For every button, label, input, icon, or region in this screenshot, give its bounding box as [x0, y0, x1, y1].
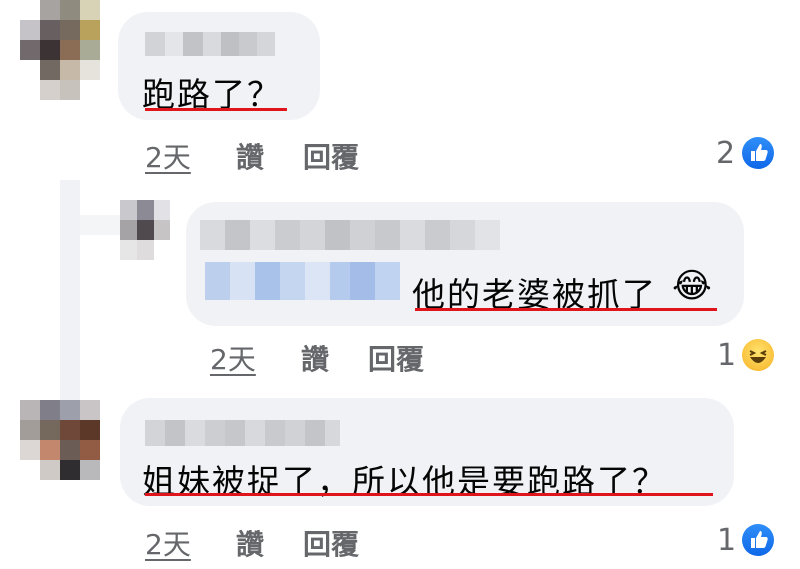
timestamp-link[interactable]: 2天: [210, 338, 256, 378]
reply-button[interactable]: 回覆: [368, 338, 424, 378]
highlight-underline: [145, 108, 287, 111]
laughing-tears-emoji: 😂: [672, 266, 712, 306]
like-button[interactable]: 讚: [301, 338, 329, 378]
thread-line-branch: [80, 215, 120, 235]
thumbs-up-icon: [742, 137, 774, 169]
haha-icon: [742, 339, 774, 371]
like-button[interactable]: 讚: [236, 523, 264, 563]
avatar[interactable]: [20, 0, 100, 100]
timestamp-link[interactable]: 2天: [145, 523, 191, 563]
highlight-underline: [415, 308, 717, 311]
like-button[interactable]: 讚: [236, 136, 264, 176]
avatar[interactable]: [20, 400, 100, 480]
reaction-count[interactable]: 1: [717, 523, 736, 558]
thread-line: [60, 180, 80, 400]
highlight-underline: [145, 493, 713, 496]
reaction-count[interactable]: 2: [716, 136, 735, 171]
commenter-name[interactable]: [200, 220, 500, 250]
reply-button[interactable]: 回覆: [303, 136, 359, 176]
thumbs-up-icon: [742, 524, 774, 556]
reply-button[interactable]: 回覆: [303, 523, 359, 563]
reaction-count[interactable]: 1: [717, 338, 736, 373]
tagged-user-link[interactable]: [205, 262, 400, 300]
commenter-name[interactable]: [145, 32, 275, 56]
commenter-name[interactable]: [145, 420, 340, 446]
avatar[interactable]: [120, 200, 170, 260]
timestamp-link[interactable]: 2天: [145, 136, 191, 176]
